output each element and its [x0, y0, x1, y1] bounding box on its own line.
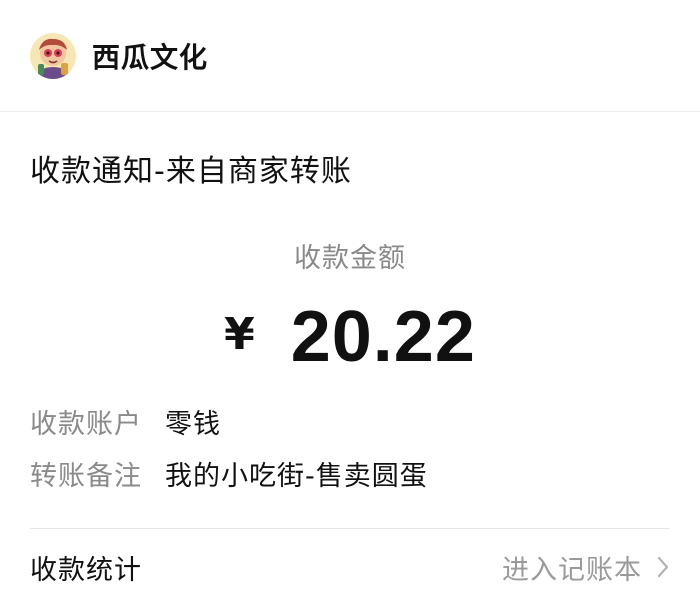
merchant-header[interactable]: 西瓜文化: [0, 0, 700, 112]
payment-notification-card: 西瓜文化 收款通知-来自商家转账 收款金额 ¥ 20.22 收款账户 零钱 转账…: [0, 0, 700, 605]
detail-row-account: 收款账户 零钱: [30, 402, 221, 441]
statistics-row[interactable]: 收款统计 进入记账本: [0, 529, 700, 605]
amount-display: ¥ 20.22: [0, 292, 700, 382]
merchant-avatar[interactable]: [30, 32, 76, 79]
detail-label: 转账备注: [30, 461, 142, 492]
cartoon-avatar-icon: [30, 32, 76, 79]
detail-value: 零钱: [165, 409, 221, 440]
amount-value: 20.22: [290, 297, 476, 377]
statistics-title: 收款统计: [30, 554, 142, 586]
open-ledger-link[interactable]: 进入记账本: [502, 548, 670, 587]
detail-row-remark: 转账备注 我的小吃街-售卖圆蛋: [30, 454, 428, 493]
merchant-name: 西瓜文化: [92, 40, 209, 74]
open-ledger-label: 进入记账本: [502, 554, 642, 586]
chevron-right-icon: [656, 555, 670, 579]
amount-label: 收款金额: [294, 243, 406, 274]
detail-value: 我的小吃街-售卖圆蛋: [165, 461, 428, 492]
detail-label: 收款账户: [30, 409, 142, 440]
notice-title: 收款通知-来自商家转账: [30, 154, 352, 189]
currency-symbol: ¥: [224, 308, 255, 360]
